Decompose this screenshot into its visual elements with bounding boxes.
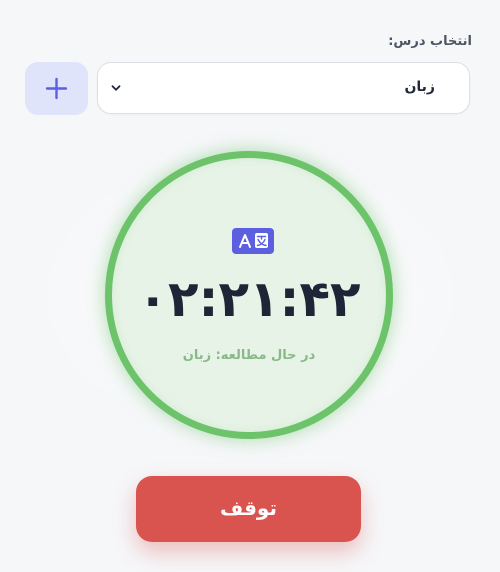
translate-icon bbox=[232, 228, 274, 254]
chevron-down-icon bbox=[111, 85, 121, 91]
timer-circle: ۰۲:۲۱:۴۲ در حال مطالعه: زبان bbox=[105, 151, 393, 439]
subject-select[interactable]: زبان bbox=[97, 62, 470, 114]
study-timer-screen: انتخاب درس: زبان ۰۲:۲۱:۴۲ در حال مطالعه:… bbox=[0, 0, 500, 572]
add-subject-button[interactable] bbox=[25, 62, 88, 115]
subject-select-value: زبان bbox=[404, 79, 435, 95]
elapsed-time: ۰۲:۲۱:۴۲ bbox=[137, 270, 361, 328]
plus-icon bbox=[45, 77, 68, 100]
subject-select-label: انتخاب درس: bbox=[388, 34, 472, 49]
stop-button[interactable]: توقف bbox=[136, 476, 361, 542]
study-status: در حال مطالعه: زبان bbox=[182, 348, 316, 363]
